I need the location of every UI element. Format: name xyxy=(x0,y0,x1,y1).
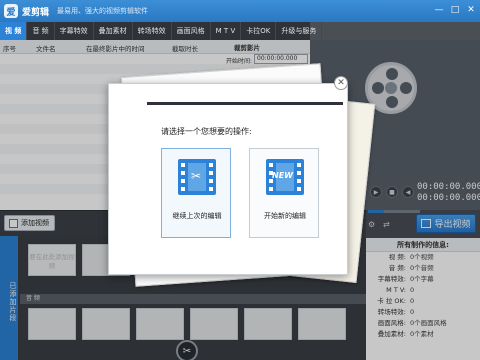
tab-video[interactable]: 视 频 xyxy=(0,22,28,40)
app-name: 爱剪辑 xyxy=(22,7,50,18)
new-editing-option[interactable]: NEW 开始新的编辑 xyxy=(249,148,319,238)
app-slogan: 最易用、强大的视频剪辑软件 xyxy=(57,7,149,15)
main-tab-bar: 视 频 音 频 字幕特效 叠加素材 转场特效 画面风格 M T V 卡拉OK 升… xyxy=(0,22,323,40)
close-button[interactable]: ✕ xyxy=(464,3,478,17)
new-badge: NEW xyxy=(272,171,293,180)
continue-film-icon: ✂ xyxy=(178,159,216,195)
tab-karaoke[interactable]: 卡拉OK xyxy=(241,22,277,40)
dialog-top-line xyxy=(147,102,343,105)
dialog-question: 请选择一个您想要的操作: xyxy=(161,127,252,136)
startup-dialog: 请选择一个您想要的操作: ✂ 继续上次的编辑 NEW 开始新的编辑 xyxy=(108,83,348,275)
new-editing-label: 开始新的编辑 xyxy=(264,212,306,220)
dialog-close-button[interactable]: ✕ xyxy=(334,76,348,90)
tab-transitions[interactable]: 转场特效 xyxy=(133,22,172,40)
minimize-button[interactable]: — xyxy=(432,3,446,17)
new-film-icon: NEW xyxy=(266,159,304,195)
maximize-button[interactable]: □ xyxy=(448,3,462,17)
title-bar: 爱 爱剪辑 最易用、强大的视频剪辑软件 — □ ✕ xyxy=(0,0,480,22)
tab-mtv[interactable]: M T V xyxy=(211,22,242,40)
tab-picture-style[interactable]: 画面风格 xyxy=(172,22,211,40)
scissor-icon: ✂ xyxy=(191,169,202,183)
continue-editing-label: 继续上次的编辑 xyxy=(172,212,222,220)
tab-upgrade-service[interactable]: 升级与服务 xyxy=(276,22,323,40)
tab-subtitle-effects[interactable]: 字幕特效 xyxy=(55,22,94,40)
window-controls: — □ ✕ xyxy=(432,3,478,17)
continue-editing-option[interactable]: ✂ 继续上次的编辑 xyxy=(161,148,231,238)
tab-audio[interactable]: 音 频 xyxy=(27,22,55,40)
tab-overlay-materials[interactable]: 叠加素材 xyxy=(94,22,133,40)
app-logo-icon: 爱 xyxy=(4,4,18,18)
